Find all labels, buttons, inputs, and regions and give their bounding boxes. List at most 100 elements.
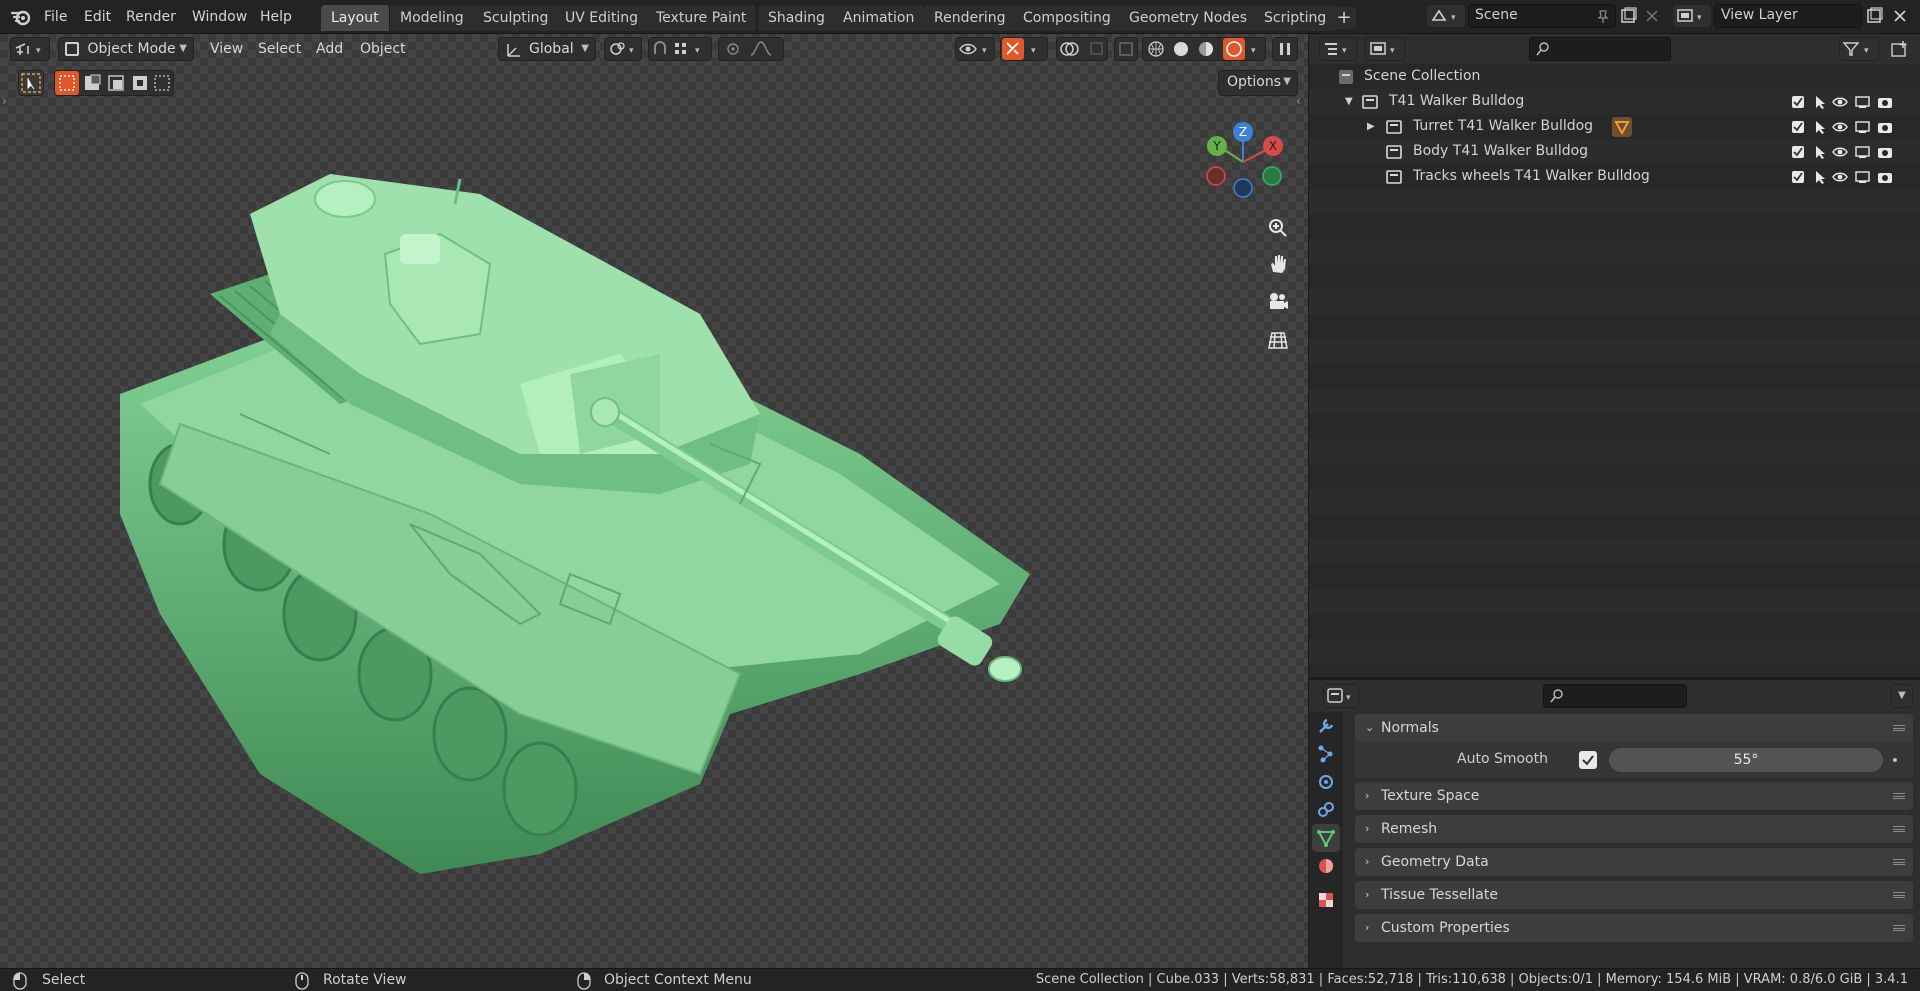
menu-render[interactable]: Render [120,6,182,28]
tab-layout[interactable]: Layout [321,5,390,31]
menu-file[interactable]: File [38,6,73,28]
outliner-row-turret[interactable]: ▶ Turret T41 Walker Bulldog [1309,114,1920,139]
gizmo-toggle-button[interactable]: ▾ [1000,37,1048,61]
chevron-down-icon: ▼ [581,43,589,54]
tab-object-data[interactable] [1312,824,1340,852]
pause-render-button[interactable] [1272,37,1298,61]
scene-browse-button[interactable]: ▾ [1426,4,1466,28]
tab-rendering[interactable]: Rendering [924,5,1017,31]
outliner-editor-type-button[interactable]: ▾ [1319,37,1357,61]
3d-viewport[interactable]: ▾ Object Mode ▼ View Select Add Object G… [0,34,1308,968]
drag-grip-icon[interactable] [1893,826,1905,832]
view-layer-browse-button[interactable]: ▾ [1672,4,1712,28]
animate-property-icon[interactable] [1893,758,1897,762]
remove-view-layer-icon[interactable] [1890,6,1910,26]
outliner-list-icon: ▾ [1325,43,1347,56]
auto-smooth-angle-slider[interactable]: 55° [1609,748,1883,772]
delete-scene-icon[interactable] [1642,6,1662,26]
properties-search-input[interactable] [1543,684,1687,708]
row-toggle-icons[interactable] [1789,143,1899,161]
drag-grip-icon[interactable] [1893,925,1905,931]
drag-grip-icon[interactable] [1893,725,1905,731]
add-workspace-button[interactable]: + [1332,7,1356,29]
material-icon [1319,859,1333,873]
tab-texture[interactable] [1312,886,1340,914]
proportional-editing-group[interactable] [718,37,784,61]
tab-modifiers[interactable] [1312,712,1340,740]
tab-compositing[interactable]: Compositing [1013,5,1122,31]
outliner-search-input[interactable] [1529,37,1671,61]
row-toggle-icons[interactable] [1789,93,1899,111]
pivot-icon: ▾ [610,42,634,56]
new-view-layer-icon[interactable] [1864,6,1884,26]
properties-editor-type-button[interactable]: ▾ [1323,684,1359,708]
tab-shading[interactable]: Shading [758,5,836,31]
view-layer-field[interactable]: View Layer [1714,4,1862,28]
menu-edit[interactable]: Edit [78,6,117,28]
snapping-group[interactable]: ▾ [648,37,712,61]
row-toggle-icons[interactable] [1789,118,1899,136]
options-dropdown[interactable]: Options ▼ [1218,70,1298,96]
tank-model[interactable] [100,154,1280,894]
mesh-data-icon [1317,830,1335,848]
row-toggle-icons[interactable] [1789,168,1899,186]
blender-logo-icon[interactable] [10,7,32,27]
xray-toggle-button[interactable] [1114,37,1138,61]
svg-text:▾: ▾ [1346,693,1351,703]
collection-label: T41 Walker Bulldog [1389,93,1525,109]
shading-mode-group[interactable]: ▾ [1142,37,1266,61]
shading-icons: ▾ [1148,38,1256,60]
tissue-tessellate-panel-header[interactable]: › Tissue Tessellate [1355,881,1913,909]
tab-texture-paint[interactable]: Texture Paint [646,5,758,31]
mode-dropdown[interactable]: Object Mode ▼ [58,37,194,61]
custom-properties-panel-header[interactable]: › Custom Properties [1355,914,1913,942]
texture-space-panel-header[interactable]: › Texture Space [1355,782,1913,810]
filter-button[interactable]: ▾ [1839,37,1879,61]
tab-uv-editing[interactable]: UV Editing [555,5,650,31]
normals-panel-header[interactable]: ⌄ Normals [1355,714,1913,742]
outliner-row-collection[interactable]: ▼ T41 Walker Bulldog [1309,89,1920,114]
new-scene-icon[interactable] [1618,6,1638,26]
select-tool-button[interactable] [18,70,44,96]
tab-material[interactable] [1312,852,1340,880]
pin-icon[interactable] [1595,8,1611,24]
display-mode-button[interactable]: ▾ [1365,37,1405,61]
visibility-selectability-button[interactable]: ▾ [955,37,995,61]
pivot-point-button[interactable]: ▾ [604,37,642,61]
tab-particles[interactable] [1312,740,1340,768]
menu-add[interactable]: Add [310,37,349,61]
tab-physics[interactable] [1312,768,1340,796]
auto-smooth-checkbox[interactable] [1579,751,1597,769]
transform-orientation-dropdown[interactable]: Global ▼ [498,37,596,61]
menu-select[interactable]: Select [252,37,307,61]
toolbar-expand-icon[interactable]: › [2,94,7,108]
outliner-row-scene-collection[interactable]: Scene Collection [1309,64,1920,89]
sidebar-expand-icon[interactable]: ‹ [1296,94,1301,108]
editor-type-button[interactable]: ▾ [10,37,50,61]
drag-grip-icon[interactable] [1893,793,1905,799]
menu-help[interactable]: Help [254,6,298,28]
tab-animation[interactable]: Animation [833,5,926,31]
menu-view[interactable]: View [204,37,249,61]
tab-sculpting[interactable]: Sculpting [473,5,560,31]
remesh-panel-header[interactable]: › Remesh [1355,815,1913,843]
tab-scripting[interactable]: Scripting [1254,5,1338,31]
outliner-row-body[interactable]: Body T41 Walker Bulldog [1309,139,1920,164]
tab-geometry-nodes[interactable]: Geometry Nodes [1119,5,1259,31]
expand-arrow-icon[interactable]: ▼ [1345,89,1353,114]
expand-arrow-icon[interactable]: ▶ [1367,114,1375,139]
mesh-data-icon[interactable] [1611,116,1633,138]
scene-name-field[interactable]: Scene [1468,4,1616,28]
new-collection-icon[interactable] [1889,39,1911,61]
tab-modeling[interactable]: Modeling [390,5,475,31]
selection-mode-group[interactable] [54,70,174,96]
drag-grip-icon[interactable] [1893,892,1905,898]
overlays-button[interactable] [1056,37,1108,61]
drag-grip-icon[interactable] [1893,859,1905,865]
menu-window[interactable]: Window [186,6,253,28]
geometry-data-panel-header[interactable]: › Geometry Data [1355,848,1913,876]
tab-constraints[interactable] [1312,796,1340,824]
properties-options-button[interactable]: ▼ [1891,684,1913,708]
menu-object[interactable]: Object [354,37,412,61]
outliner-row-tracks[interactable]: Tracks wheels T41 Walker Bulldog [1309,164,1920,189]
